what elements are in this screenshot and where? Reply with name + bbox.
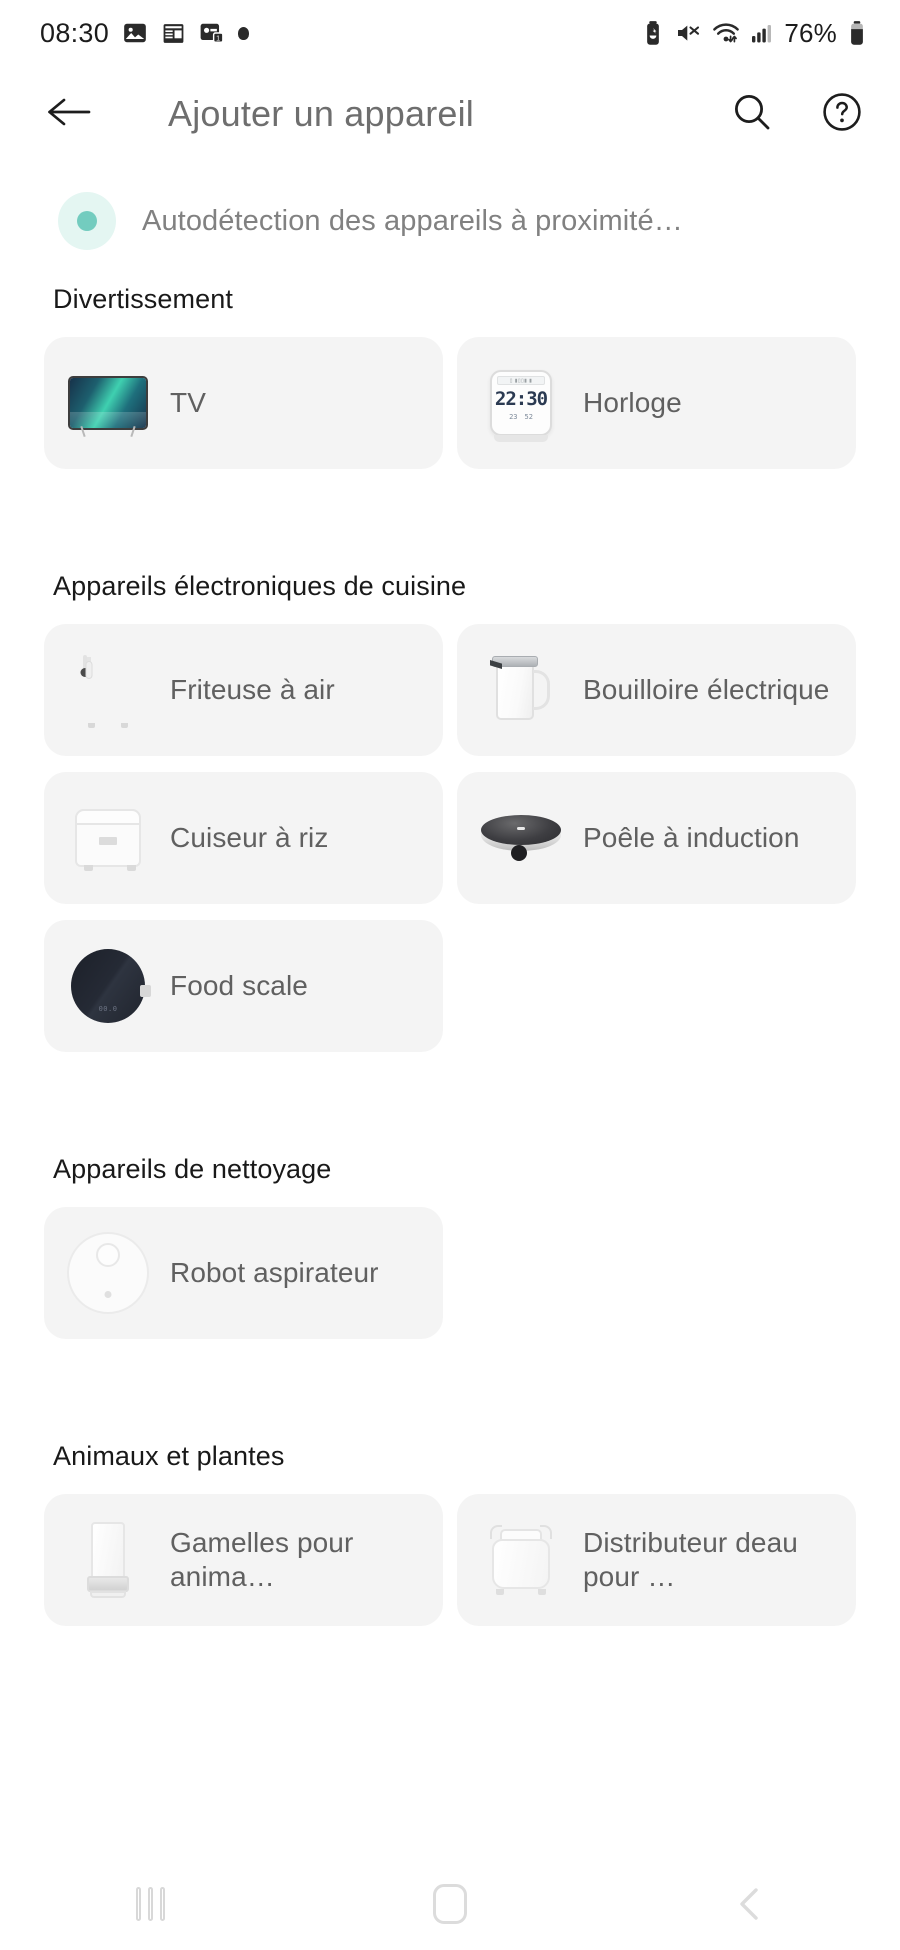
app-bar-actions xyxy=(730,90,864,139)
air-fryer-icon xyxy=(62,644,154,736)
autodetect-pulse-icon xyxy=(58,192,116,250)
status-bar-clock: 08:30 xyxy=(40,17,110,48)
electric-kettle-icon xyxy=(475,644,567,736)
status-bar: 08:30 1 76% xyxy=(0,0,900,66)
induction-cooker-icon xyxy=(475,792,567,884)
card-grid: Friteuse à air Bouilloire électrique Cui… xyxy=(44,624,856,1052)
photo-icon xyxy=(122,20,148,46)
wifi-icon xyxy=(712,20,740,46)
rice-cooker-icon xyxy=(62,792,154,884)
section-kitchen-appliances: Appareils électroniques de cuisine Frite… xyxy=(44,559,856,1052)
autodetect-label: Autodétection des appareils à proximité… xyxy=(142,204,683,237)
device-card-pet-feeder[interactable]: Gamelles pour anima… xyxy=(44,1494,443,1626)
battery-saver-icon xyxy=(642,20,664,46)
app-bar: Ajouter un appareil xyxy=(0,66,900,162)
device-card-label: Horloge xyxy=(583,387,682,418)
clock-humidity-display: 52 xyxy=(524,413,533,421)
device-category-list: Divertissement TV ▯ ▮▯▯▮ ▮ 22:30 23 52 H… xyxy=(0,272,900,1626)
autodetect-banner: Autodétection des appareils à proximité… xyxy=(0,162,900,272)
device-card-label: Gamelles pour anima… xyxy=(170,1527,354,1592)
card-grid: Gamelles pour anima… Distributeur deau p… xyxy=(44,1494,856,1626)
section-entertainment: Divertissement TV ▯ ▮▯▯▮ ▮ 22:30 23 52 H… xyxy=(44,272,856,469)
status-bar-left: 08:30 1 xyxy=(40,17,250,49)
clock-icon: ▯ ▮▯▯▮ ▮ 22:30 23 52 xyxy=(475,357,567,449)
mute-icon xyxy=(675,21,701,45)
device-card-tv[interactable]: TV xyxy=(44,337,443,469)
android-nav-bar xyxy=(0,1858,900,1950)
device-card-clock[interactable]: ▯ ▮▯▯▮ ▮ 22:30 23 52 Horloge xyxy=(457,337,856,469)
nav-back-icon[interactable] xyxy=(690,1882,810,1926)
page-title: Ajouter un appareil xyxy=(168,93,475,134)
device-card-air-fryer[interactable]: Friteuse à air xyxy=(44,624,443,756)
qr-code-icon: 1 xyxy=(199,20,225,46)
svg-text:1: 1 xyxy=(216,35,220,43)
section-pets-and-plants: Animaux et plantes Gamelles pour anima… xyxy=(44,1429,856,1626)
section-title: Appareils électroniques de cuisine xyxy=(53,571,467,601)
help-circle-icon[interactable] xyxy=(820,90,864,139)
device-card-label: Bouilloire électrique xyxy=(583,674,830,705)
robot-vacuum-icon xyxy=(62,1227,154,1319)
card-grid: TV ▯ ▮▯▯▮ ▮ 22:30 23 52 Horloge xyxy=(44,337,856,469)
battery-percent-label: 76% xyxy=(784,17,837,48)
search-icon[interactable] xyxy=(730,90,774,139)
back-arrow-icon[interactable] xyxy=(44,93,92,136)
clock-temp-display: 23 xyxy=(509,413,518,421)
device-card-robot-vacuum[interactable]: Robot aspirateur xyxy=(44,1207,443,1339)
calendar-icon xyxy=(161,21,186,46)
pet-feeder-icon xyxy=(62,1514,154,1606)
device-card-label: Cuiseur à riz xyxy=(170,822,329,853)
device-card-pet-water-dispenser[interactable]: Distributeur deau pour … xyxy=(457,1494,856,1626)
clock-time-display: 22:30 xyxy=(494,388,548,410)
device-card-label: Poêle à induction xyxy=(583,822,800,853)
device-card-label: Robot aspirateur xyxy=(170,1257,379,1288)
device-card-electric-kettle[interactable]: Bouilloire électrique xyxy=(457,624,856,756)
battery-icon xyxy=(848,20,866,46)
section-title: Appareils de nettoyage xyxy=(53,1154,332,1184)
food-scale-icon: 00.0 xyxy=(62,940,154,1032)
card-grid: Robot aspirateur xyxy=(44,1207,856,1339)
device-card-label: TV xyxy=(170,387,206,418)
pet-water-dispenser-icon xyxy=(475,1514,567,1606)
signal-icon xyxy=(751,21,773,45)
device-card-label: Friteuse à air xyxy=(170,674,335,705)
tv-icon xyxy=(62,357,154,449)
section-title: Divertissement xyxy=(53,284,233,314)
more-dot-icon xyxy=(238,26,250,40)
section-title: Animaux et plantes xyxy=(53,1441,285,1471)
home-icon[interactable] xyxy=(390,1884,510,1924)
status-bar-right: 76% xyxy=(642,18,866,49)
device-card-rice-cooker[interactable]: Cuiseur à riz xyxy=(44,772,443,904)
device-card-food-scale[interactable]: 00.0 Food scale xyxy=(44,920,443,1052)
section-cleaning-appliances: Appareils de nettoyage Robot aspirateur xyxy=(44,1142,856,1339)
device-card-label: Food scale xyxy=(170,970,308,1001)
device-card-label: Distributeur deau pour … xyxy=(583,1527,798,1592)
recent-apps-icon[interactable] xyxy=(90,1887,210,1921)
device-card-induction-cooker[interactable]: Poêle à induction xyxy=(457,772,856,904)
